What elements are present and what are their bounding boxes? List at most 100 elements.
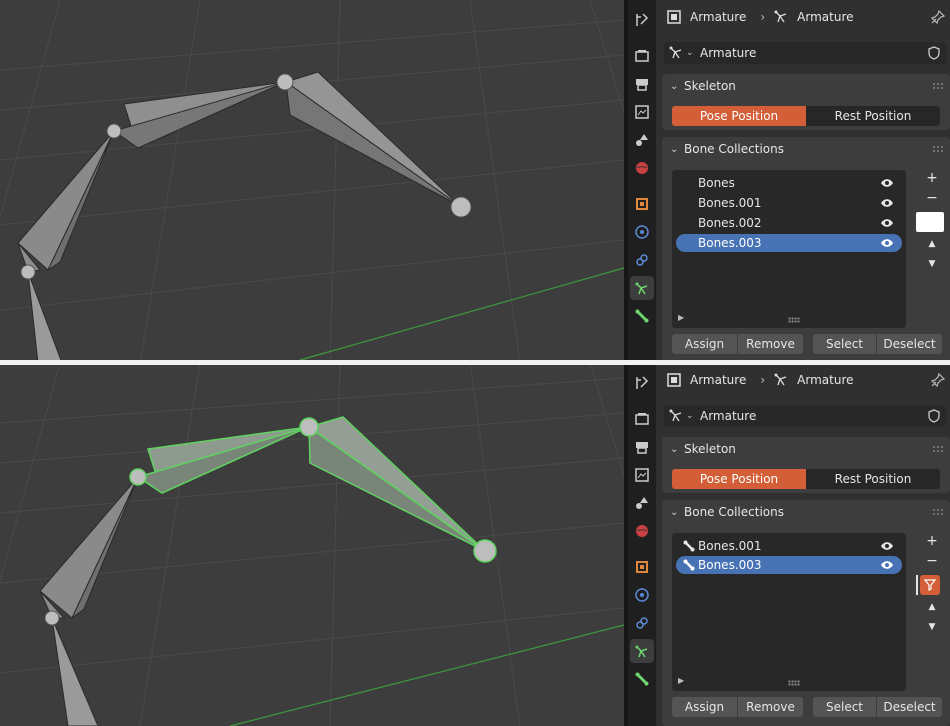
remove-button[interactable]: Remove — [738, 334, 803, 354]
3d-viewport[interactable] — [0, 0, 624, 363]
object-icon[interactable] — [630, 555, 654, 579]
collection-action-buttons: Assign Remove Select Deselect — [672, 697, 944, 719]
select-button[interactable]: Select — [813, 334, 876, 354]
list-filter-expand-icon[interactable]: ▶ — [678, 313, 684, 322]
filter-icon[interactable] — [920, 575, 940, 595]
datablock-browse-button[interactable]: ⌄ — [664, 405, 694, 427]
armature-datablock-selector[interactable]: ⌄ Armature — [664, 42, 946, 64]
move-down-button[interactable]: ▼ — [924, 256, 940, 272]
rest-position-button[interactable]: Rest Position — [806, 106, 940, 126]
scene-icon[interactable] — [630, 491, 654, 515]
add-collection-button[interactable]: + — [924, 533, 940, 549]
pose-position-button[interactable]: Pose Position — [672, 469, 806, 489]
properties-tabs — [628, 363, 656, 726]
panel-drag-handle[interactable] — [932, 445, 944, 453]
tool-icon[interactable] — [630, 371, 654, 395]
panel-title: Skeleton — [684, 442, 736, 456]
bone-icon — [683, 559, 695, 571]
armature-data-icon[interactable] — [630, 276, 654, 300]
rest-position-button[interactable]: Rest Position — [806, 469, 940, 489]
chevron-down-icon: ⌄ — [670, 443, 679, 455]
move-down-button[interactable]: ▼ — [924, 619, 940, 635]
bone-collections-list: Bones Bones.001 Bones.002 Bones.003 ▶ — [672, 170, 906, 328]
deselect-button[interactable]: Deselect — [877, 334, 942, 354]
world-icon[interactable] — [630, 519, 654, 543]
eye-icon[interactable] — [880, 559, 894, 571]
remove-button[interactable]: Remove — [738, 697, 803, 717]
breadcrumb-object: Armature — [690, 373, 747, 387]
chevron-down-icon: ⌄ — [670, 80, 679, 92]
list-item[interactable]: Bones.001 — [676, 194, 902, 212]
pose-rest-toggle: Pose Position Rest Position — [672, 106, 940, 126]
breadcrumb-data: Armature — [797, 10, 854, 24]
fake-user-shield-icon[interactable] — [926, 408, 942, 424]
move-up-button[interactable]: ▲ — [924, 236, 940, 252]
object-icon[interactable] — [630, 192, 654, 216]
breadcrumb-data: Armature — [797, 373, 854, 387]
pose-position-button[interactable]: Pose Position — [672, 106, 806, 126]
bone-icon[interactable] — [630, 667, 654, 691]
bone-icon[interactable] — [630, 304, 654, 328]
constraints-icon[interactable] — [630, 248, 654, 272]
collection-name: Bones.001 — [698, 196, 762, 210]
view-layer-icon[interactable] — [630, 100, 654, 124]
3d-viewport[interactable] — [0, 363, 624, 726]
skeleton-panel-header[interactable]: ⌄ Skeleton — [662, 74, 950, 98]
bone-collections-panel-header[interactable]: ⌄ Bone Collections — [662, 137, 950, 161]
render-icon[interactable] — [630, 44, 654, 68]
eye-icon[interactable] — [880, 217, 894, 229]
panel-title: Skeleton — [684, 79, 736, 93]
list-item-selected[interactable]: Bones.003 — [676, 234, 902, 252]
pin-icon[interactable] — [930, 9, 946, 25]
view-layer-icon[interactable] — [630, 463, 654, 487]
skeleton-panel-header[interactable]: ⌄ Skeleton — [662, 437, 950, 461]
render-icon[interactable] — [630, 407, 654, 431]
fake-user-shield-icon[interactable] — [926, 45, 942, 61]
remove-collection-button[interactable]: − — [924, 190, 940, 206]
collection-name: Bones.002 — [698, 216, 762, 230]
eye-icon[interactable] — [880, 197, 894, 209]
panel-drag-handle[interactable] — [932, 82, 944, 90]
screenshot-divider — [0, 360, 950, 365]
deselect-button[interactable]: Deselect — [877, 697, 942, 717]
armature-datablock-selector[interactable]: ⌄ Armature — [664, 405, 946, 427]
datablock-name[interactable]: Armature — [700, 409, 756, 423]
collection-name: Bones — [698, 176, 735, 190]
eye-icon[interactable] — [880, 540, 894, 552]
eye-icon[interactable] — [880, 177, 894, 189]
list-item[interactable]: Bones.002 — [676, 214, 902, 232]
list-filter-expand-icon[interactable]: ▶ — [678, 676, 684, 685]
bone-collections-panel-header[interactable]: ⌄ Bone Collections — [662, 500, 950, 524]
physics-icon[interactable] — [630, 583, 654, 607]
list-resize-handle[interactable] — [788, 317, 800, 323]
object-icon — [666, 9, 682, 25]
datablock-browse-button[interactable]: ⌄ — [664, 42, 694, 64]
datablock-name[interactable]: Armature — [700, 46, 756, 60]
output-icon[interactable] — [630, 72, 654, 96]
list-item[interactable]: Bones.001 — [676, 537, 902, 555]
pin-icon[interactable] — [930, 372, 946, 388]
eye-icon[interactable] — [880, 237, 894, 249]
chevron-down-icon: ⌄ — [670, 506, 679, 518]
constraints-icon[interactable] — [630, 611, 654, 635]
chevron-down-icon: ⌄ — [686, 48, 694, 58]
scene-icon[interactable] — [630, 128, 654, 152]
select-button[interactable]: Select — [813, 697, 876, 717]
output-icon[interactable] — [630, 435, 654, 459]
chevron-down-icon: ⌄ — [670, 143, 679, 155]
list-item-selected[interactable]: Bones.003 — [676, 556, 902, 574]
collection-name: Bones.003 — [698, 558, 762, 572]
move-up-button[interactable]: ▲ — [924, 599, 940, 615]
physics-icon[interactable] — [630, 220, 654, 244]
assign-button[interactable]: Assign — [672, 334, 737, 354]
list-item[interactable]: Bones — [676, 174, 902, 192]
panel-drag-handle[interactable] — [932, 508, 944, 516]
armature-data-icon[interactable] — [630, 639, 654, 663]
add-collection-button[interactable]: + — [924, 170, 940, 186]
remove-collection-button[interactable]: − — [924, 553, 940, 569]
tool-icon[interactable] — [630, 8, 654, 32]
assign-button[interactable]: Assign — [672, 697, 737, 717]
world-icon[interactable] — [630, 156, 654, 180]
panel-drag-handle[interactable] — [932, 145, 944, 153]
list-resize-handle[interactable] — [788, 680, 800, 686]
